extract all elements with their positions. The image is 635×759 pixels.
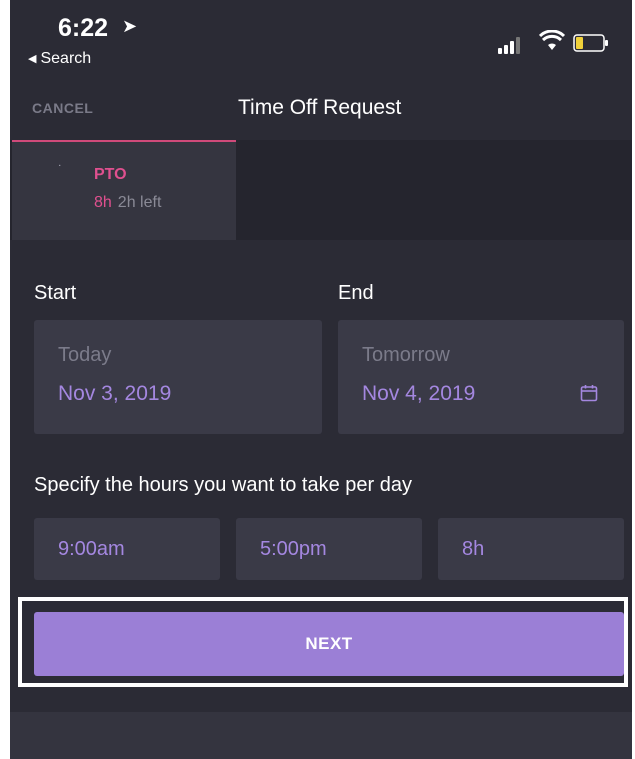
back-triangle-icon: ◀ (28, 53, 37, 65)
hours-per-day-label: Specify the hours you want to take per d… (34, 474, 412, 496)
start-date-hint: Today (58, 344, 112, 366)
tab-pto-used: 8h (94, 194, 112, 211)
tab-pto-left: 2h left (117, 194, 162, 211)
status-time: 6:22 (58, 14, 109, 42)
calendar-icon[interactable] (580, 384, 598, 402)
start-date-field[interactable]: Today Nov 3, 2019 (34, 320, 322, 434)
selected-dot-icon: ˙ (58, 162, 63, 178)
start-time-field[interactable]: 9:00am (34, 518, 220, 580)
next-button[interactable]: NEXT (34, 612, 624, 676)
wifi-icon (539, 30, 565, 50)
back-to-search-link[interactable]: ◀ Search (28, 50, 91, 68)
end-date-value: Nov 4, 2019 (362, 382, 476, 405)
tab-pto-balance: 8h 2h left (94, 194, 161, 212)
tab-pto-name: PTO (94, 166, 127, 183)
tab-pto[interactable]: ˙ PTO 8h 2h left (12, 140, 236, 240)
back-search-label: Search (40, 50, 92, 67)
time-off-type-tabs: ˙ PTO 8h 2h left (10, 140, 632, 240)
end-date-hint: Tomorrow (362, 344, 450, 366)
page-title: Time Off Request (238, 96, 402, 119)
total-hours-value: 8h (462, 538, 485, 560)
end-time-value: 5:00pm (260, 538, 327, 560)
status-bar: 6:22 ➤ ◀ Search (10, 0, 632, 78)
nav-bar: CANCEL Time Off Request (10, 78, 632, 140)
start-time-value: 9:00am (58, 538, 125, 560)
start-date-value: Nov 3, 2019 (58, 382, 172, 405)
battery-icon (573, 34, 608, 52)
start-label: Start (34, 282, 77, 304)
location-arrow-icon: ➤ (122, 16, 138, 36)
cellular-signal-icon (498, 36, 528, 54)
bottom-bar (10, 712, 632, 759)
app-screen: 6:22 ➤ ◀ Search CANCEL Time Off Request ˙ (10, 0, 632, 759)
cancel-button[interactable]: CANCEL (32, 100, 93, 116)
total-hours-field[interactable]: 8h (438, 518, 624, 580)
end-date-field[interactable]: Tomorrow Nov 4, 2019 (338, 320, 624, 434)
end-label: End (338, 282, 374, 304)
end-time-field[interactable]: 5:00pm (236, 518, 422, 580)
